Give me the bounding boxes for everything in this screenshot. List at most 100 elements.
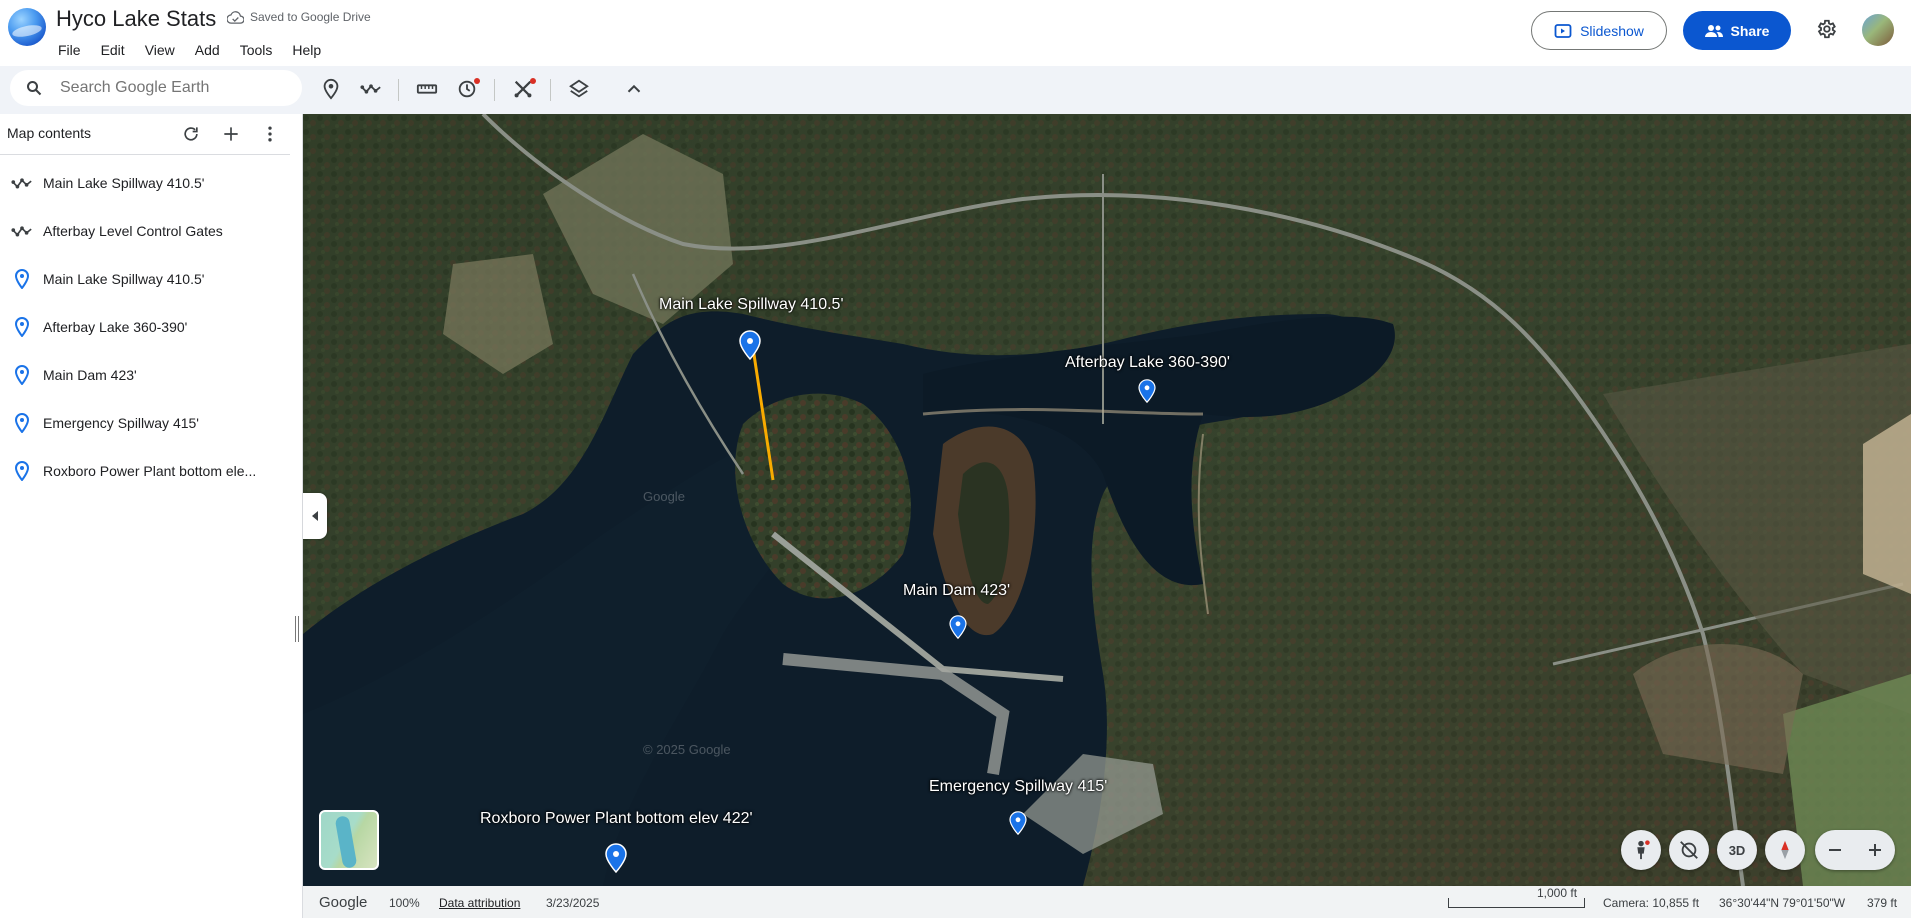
toolbar-separator — [550, 79, 551, 101]
draw-path-button[interactable] — [358, 76, 384, 102]
minus-icon — [1829, 849, 1841, 851]
feature-item-placemark[interactable]: Roxboro Power Plant bottom ele... — [0, 447, 302, 495]
placemark-pin-spillway[interactable] — [739, 330, 761, 360]
satellite-imagery — [303, 114, 1911, 886]
placemark-pin-emergency[interactable] — [1009, 811, 1027, 835]
document-title[interactable]: Hyco Lake Stats — [56, 6, 216, 32]
zoom-level: 100% — [389, 896, 420, 910]
3d-toggle-button[interactable]: 3D — [1717, 830, 1757, 870]
feature-item-path[interactable]: Afterbay Level Control Gates — [0, 207, 302, 255]
pin-label-spillway: Main Lake Spillway 410.5' — [659, 296, 844, 313]
slideshow-button[interactable]: Slideshow — [1531, 11, 1667, 50]
pegman-button[interactable] — [1621, 830, 1661, 870]
placemark-icon — [10, 459, 34, 483]
refresh-icon — [184, 127, 198, 141]
placemark-icon — [10, 315, 34, 339]
search-box[interactable] — [10, 70, 302, 106]
3d-label: 3D — [1728, 842, 1746, 858]
placemark-icon — [323, 78, 339, 100]
collapse-toolbar-button[interactable] — [621, 76, 647, 102]
share-button[interactable]: Share — [1683, 11, 1791, 50]
zoom-controls — [1815, 830, 1895, 870]
plus-icon — [1869, 844, 1881, 856]
pin-label-main-dam: Main Dam 423' — [903, 582, 1011, 599]
feature-label: Main Lake Spillway 410.5' — [43, 271, 205, 287]
search-input[interactable] — [60, 79, 290, 97]
path-icon — [10, 171, 34, 195]
gear-icon — [1817, 19, 1837, 39]
menu-file[interactable]: File — [48, 40, 91, 60]
historical-imagery-button[interactable] — [454, 76, 480, 102]
map-contents-title: Map contents — [7, 125, 92, 141]
feature-label: Emergency Spillway 415' — [43, 415, 199, 431]
feature-item-path[interactable]: Main Lake Spillway 410.5' — [0, 159, 302, 207]
feature-item-placemark[interactable]: Main Lake Spillway 410.5' — [0, 255, 302, 303]
minimap-thumbnail[interactable] — [319, 810, 379, 870]
tools-button[interactable] — [510, 76, 536, 102]
menu-tools[interactable]: Tools — [230, 40, 283, 60]
feature-label: Roxboro Power Plant bottom ele... — [43, 463, 257, 479]
pin-label-emergency: Emergency Spillway 415' — [929, 778, 1108, 795]
feature-label: Afterbay Level Control Gates — [43, 223, 223, 239]
panel-resize-handle[interactable] — [295, 616, 299, 642]
map-contents-panel: Map contents Main Lake Spillway 410.5' A… — [0, 114, 303, 918]
feature-item-placemark[interactable]: Main Dam 423' — [0, 351, 302, 399]
notification-dot — [530, 78, 536, 84]
coordinates: 36°30'44"N 79°01'50"W — [1719, 896, 1846, 910]
app-header: Hyco Lake Stats Saved to Google Drive Fi… — [0, 0, 1911, 66]
map-watermark: © 2025 Google — [643, 742, 731, 757]
chevron-up-icon — [627, 84, 641, 93]
data-attribution-link[interactable]: Data attribution — [439, 896, 520, 910]
google-earth-logo[interactable] — [8, 8, 46, 46]
zoom-out-button[interactable] — [1815, 830, 1855, 870]
pegman-icon — [1637, 840, 1650, 860]
google-brand: Google — [319, 894, 368, 911]
placemark-pin-afterbay[interactable] — [1138, 379, 1156, 403]
drive-save-status: Saved to Google Drive — [227, 10, 371, 24]
elevation: 379 ft — [1867, 896, 1898, 910]
placemark-icon — [10, 267, 34, 291]
menu-help[interactable]: Help — [282, 40, 331, 60]
ruler-icon — [416, 84, 438, 94]
search-icon — [27, 81, 42, 96]
collapse-panel-button[interactable] — [303, 493, 327, 539]
compass-icon — [1781, 840, 1789, 860]
toolbar-separator — [494, 79, 495, 101]
tilt-toggle-button[interactable] — [1669, 830, 1709, 870]
toolbar-separator — [398, 79, 399, 101]
plus-icon — [224, 127, 238, 141]
map-contents-header: Map contents — [0, 114, 290, 154]
drive-status-text: Saved to Google Drive — [250, 10, 371, 24]
measure-button[interactable] — [414, 76, 440, 102]
feature-label: Main Lake Spillway 410.5' — [43, 175, 205, 191]
notification-dot — [474, 78, 480, 84]
imagery-date: 3/23/2025 — [546, 896, 600, 910]
menu-view[interactable]: View — [135, 40, 185, 60]
menu-add[interactable]: Add — [185, 40, 230, 60]
settings-button[interactable] — [1813, 16, 1839, 42]
add-feature-button[interactable] — [220, 123, 242, 145]
account-avatar[interactable] — [1862, 14, 1894, 46]
map-watermark: Google — [643, 489, 685, 504]
map-view[interactable]: Google © 2025 Google Main Lake Spillway … — [303, 114, 1911, 886]
placemark-icon — [10, 363, 34, 387]
path-icon — [360, 84, 381, 94]
menu-bar: File Edit View Add Tools Help — [48, 40, 331, 60]
feature-list: Main Lake Spillway 410.5' Afterbay Level… — [0, 159, 302, 495]
path-icon — [10, 219, 34, 243]
spillway-path-line[interactable] — [743, 344, 783, 484]
more-options-button[interactable] — [259, 123, 281, 145]
placemark-icon — [10, 411, 34, 435]
placemark-pin-main-dam[interactable] — [949, 615, 967, 639]
map-style-button[interactable] — [566, 76, 592, 102]
refresh-button[interactable] — [180, 123, 202, 145]
placemark-pin-roxboro[interactable] — [605, 843, 627, 873]
compass-button[interactable] — [1765, 830, 1805, 870]
feature-item-placemark[interactable]: Emergency Spillway 415' — [0, 399, 302, 447]
people-icon — [1704, 24, 1723, 37]
zoom-in-button[interactable] — [1855, 830, 1895, 870]
feature-item-placemark[interactable]: Afterbay Lake 360-390' — [0, 303, 302, 351]
status-bar: Google 100% Data attribution 3/23/2025 1… — [303, 886, 1911, 918]
menu-edit[interactable]: Edit — [91, 40, 135, 60]
add-placemark-button[interactable] — [318, 76, 344, 102]
